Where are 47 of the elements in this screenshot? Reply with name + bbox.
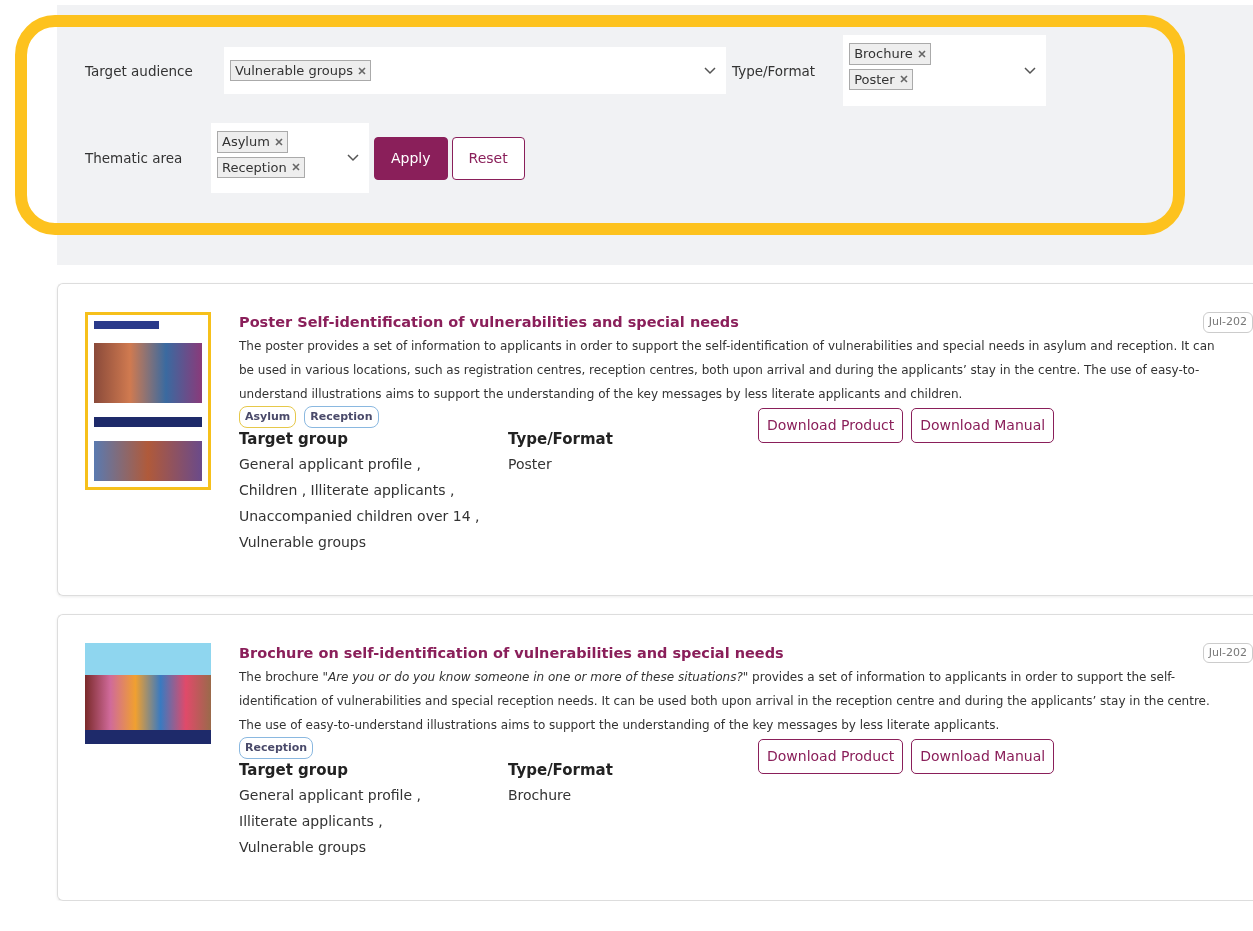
result-description: The poster provides a set of information to applicants in order to support the self-identification of vulnerabilities and special needs in asylum and reception. It can be used in various locations, such as registration centres, reception centres, both upon arrival and during the applicants’ stay in the centre. The use of easy-to-understand illustrations aims to support the understanding of the key messages by less literate applicants and children. (239, 337, 1216, 403)
multi-select-field[interactable]: Vulnerable groups (224, 47, 726, 94)
remove-icon[interactable] (291, 163, 300, 172)
remove-icon[interactable] (274, 137, 283, 146)
filter-chip[interactable]: Vulnerable groups (230, 59, 371, 82)
column-heading: Type/Format (508, 760, 614, 781)
target-group-text: Children , Illiterate applicants , (239, 480, 456, 500)
filter-chip[interactable]: Asylum (217, 131, 288, 153)
chevron-down-icon[interactable] (1024, 66, 1037, 75)
filter-label: Target audience (85, 62, 194, 81)
remove-icon[interactable] (899, 75, 908, 84)
result-description: The brochure "Are you or do you know someone in one or more of these situations?" provides a set of information to applicants in order to support the self-identification of vulnerabilities and special reception needs. It can be used both upon arrival in the reception centre and during the applicants’ stay in the centre. The use of easy-to-understand illustrations aims to support the understanding of the key messages by less literate applicants. (239, 668, 1211, 734)
result-title[interactable]: Brochure on self-identification of vulnerabilities and special needs (239, 642, 784, 665)
apply-button[interactable]: Apply (374, 136, 448, 180)
date-badge: Jul-202 (1202, 642, 1253, 664)
target-group-text: Illiterate applicants , (239, 811, 384, 831)
chevron-down-icon[interactable] (347, 154, 359, 162)
filter-label: Thematic area (85, 148, 184, 168)
multi-select-field[interactable]: Asylum Reception (211, 123, 369, 193)
remove-icon[interactable] (917, 49, 926, 58)
tag: Reception (304, 405, 379, 429)
column-heading: Type/Format (508, 429, 614, 451)
column-heading: Target group (239, 760, 349, 781)
remove-icon[interactable] (357, 66, 366, 75)
download-button[interactable]: Download Product (758, 408, 904, 444)
target-group-text: General applicant profile , (239, 785, 422, 805)
multi-select-field[interactable]: Brochure Poster (843, 35, 1047, 106)
result-title[interactable]: Poster Self-identification of vulnerabilities and special needs (239, 312, 739, 334)
filter-chip[interactable]: Poster (849, 68, 913, 90)
target-group-text: General applicant profile , (239, 454, 422, 474)
target-group-text: Unaccompanied children over 14 , (239, 506, 481, 526)
filter-label: Type/Format (732, 62, 816, 81)
target-group-text: Vulnerable groups (239, 837, 367, 857)
tag: Reception (239, 736, 314, 759)
reset-button[interactable]: Reset (451, 136, 525, 180)
date-badge: Jul-202 (1202, 312, 1253, 333)
column-heading: Target group (239, 429, 349, 451)
filter-chip[interactable]: Brochure (849, 43, 931, 65)
download-button[interactable]: Download Product (758, 739, 904, 774)
tag: Asylum (239, 405, 297, 429)
download-button[interactable]: Download Manual (911, 739, 1055, 774)
target-group-text: Vulnerable groups (239, 532, 367, 552)
chevron-down-icon[interactable] (704, 66, 716, 75)
download-button[interactable]: Download Manual (911, 408, 1055, 444)
filter-chip[interactable]: Reception (217, 156, 305, 178)
type-format-text: Brochure (508, 785, 573, 805)
type-format-text: Poster (508, 454, 553, 474)
